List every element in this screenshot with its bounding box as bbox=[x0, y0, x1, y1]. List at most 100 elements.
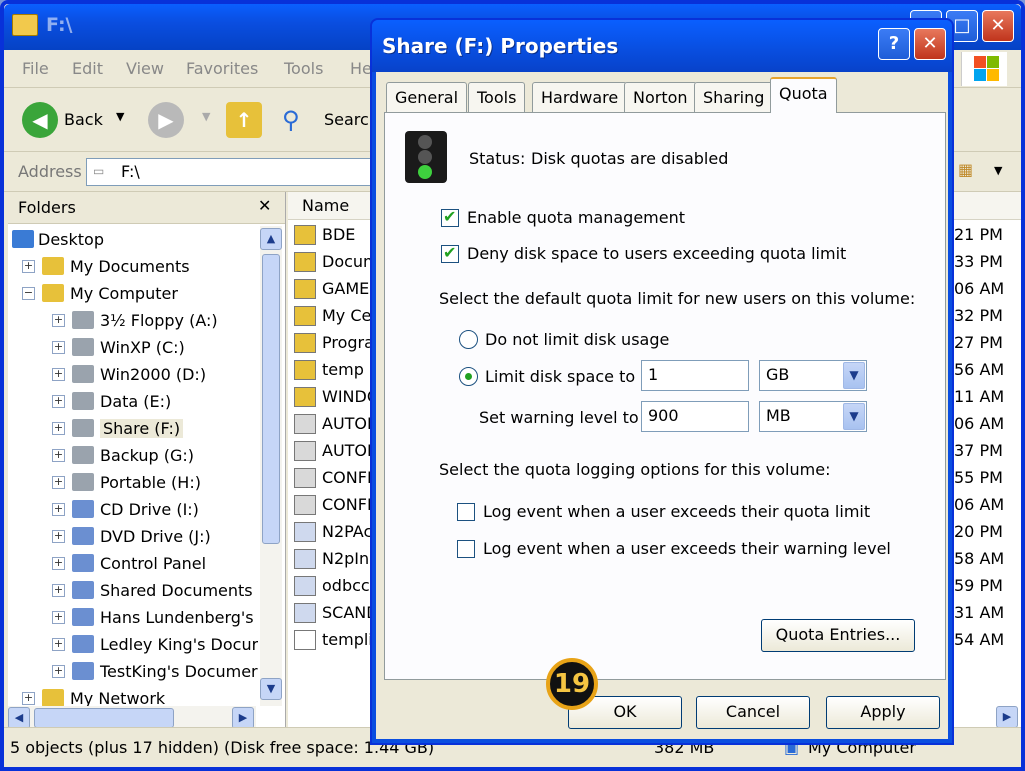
tree-item[interactable]: + Win2000 (D:) bbox=[8, 361, 258, 388]
log-limit-checkbox[interactable] bbox=[457, 503, 475, 521]
file-name: AUTOE bbox=[322, 441, 378, 460]
menu-help[interactable]: He bbox=[350, 59, 372, 78]
log-limit-label[interactable]: Log event when a user exceeds their quot… bbox=[483, 502, 870, 521]
tree-item[interactable]: + WinXP (C:) bbox=[8, 334, 258, 361]
tab-sharing[interactable]: Sharing bbox=[694, 82, 774, 112]
back-button-label[interactable]: Back bbox=[64, 110, 103, 129]
folder-icon bbox=[12, 14, 38, 36]
no-limit-radio[interactable] bbox=[459, 330, 478, 349]
expander-icon[interactable]: − bbox=[22, 287, 35, 300]
tree-item[interactable]: + Portable (H:) bbox=[8, 469, 258, 496]
chevron-down-icon[interactable]: ▼ bbox=[843, 403, 865, 430]
dialog-titlebar[interactable]: Share (F:) Properties ? ✕ bbox=[372, 20, 952, 72]
tree-item[interactable]: + Backup (G:) bbox=[8, 442, 258, 469]
expander-icon[interactable]: + bbox=[52, 395, 65, 408]
expander-icon[interactable]: + bbox=[52, 530, 65, 543]
help-button[interactable]: ? bbox=[878, 28, 910, 60]
menu-file[interactable]: File bbox=[22, 59, 49, 78]
tree-item[interactable]: − My Computer bbox=[8, 280, 258, 307]
tree-item[interactable]: Desktop bbox=[8, 226, 258, 253]
tree-item-label: 3½ Floppy (A:) bbox=[100, 311, 218, 330]
scroll-thumb[interactable] bbox=[262, 254, 280, 544]
forward-arrow-icon[interactable]: ▶ bbox=[148, 102, 184, 138]
warning-value-input[interactable]: 900 bbox=[641, 401, 749, 432]
tree-item[interactable]: + DVD Drive (J:) bbox=[8, 523, 258, 550]
limit-unit-select[interactable]: GB ▼ bbox=[759, 360, 867, 391]
tab-tools[interactable]: Tools bbox=[468, 82, 526, 112]
tree-item[interactable]: + My Network bbox=[8, 685, 258, 706]
log-warning-checkbox[interactable] bbox=[457, 540, 475, 558]
expander-icon[interactable]: + bbox=[52, 584, 65, 597]
tree-item[interactable]: + Control Panel bbox=[8, 550, 258, 577]
expander-icon[interactable]: + bbox=[52, 557, 65, 570]
hscroll-thumb[interactable] bbox=[34, 708, 174, 728]
tree-item[interactable]: + Ledley King's Docur bbox=[8, 631, 258, 658]
expander-icon[interactable]: + bbox=[52, 314, 65, 327]
up-folder-icon[interactable]: ↑ bbox=[226, 102, 262, 138]
address-input[interactable]: ▭ F:\ bbox=[86, 158, 376, 186]
list-scroll-right-icon[interactable]: ▶ bbox=[996, 706, 1018, 728]
tree-item[interactable]: + Share (F:) bbox=[8, 415, 258, 442]
tree-scrollbar[interactable]: ▲ ▼ bbox=[260, 226, 282, 706]
expander-icon[interactable]: + bbox=[52, 422, 65, 435]
expander-icon[interactable]: + bbox=[22, 260, 35, 273]
enable-quota-label[interactable]: Enable quota management bbox=[467, 208, 685, 227]
expander-icon[interactable]: + bbox=[52, 449, 65, 462]
back-arrow-icon[interactable]: ◀ bbox=[22, 102, 58, 138]
limit-to-label[interactable]: Limit disk space to bbox=[485, 367, 635, 386]
dialog-close-button[interactable]: ✕ bbox=[914, 28, 946, 60]
chevron-down-icon[interactable]: ▼ bbox=[843, 362, 865, 389]
tree-item[interactable]: + My Documents bbox=[8, 253, 258, 280]
limit-value-input[interactable]: 1 bbox=[641, 360, 749, 391]
expander-icon[interactable]: + bbox=[52, 503, 65, 516]
tree-item[interactable]: + Hans Lundenberg's bbox=[8, 604, 258, 631]
tab-general[interactable]: General bbox=[386, 82, 468, 112]
tab-hardware[interactable]: Hardware bbox=[532, 82, 628, 112]
properties-dialog: Share (F:) Properties ? ✕ General Tools … bbox=[370, 18, 954, 745]
no-limit-label[interactable]: Do not limit disk usage bbox=[485, 330, 669, 349]
tree-item[interactable]: + TestKing's Documer bbox=[8, 658, 258, 685]
expander-icon[interactable]: + bbox=[52, 476, 65, 489]
expander-icon[interactable]: + bbox=[52, 341, 65, 354]
tree-item[interactable]: + CD Drive (I:) bbox=[8, 496, 258, 523]
warning-unit-select[interactable]: MB ▼ bbox=[759, 401, 867, 432]
enable-quota-checkbox[interactable] bbox=[441, 207, 459, 227]
scroll-down-icon[interactable]: ▼ bbox=[260, 678, 282, 700]
forward-dropdown-icon[interactable]: ▼ bbox=[202, 110, 210, 123]
expander-icon[interactable]: + bbox=[52, 368, 65, 381]
tree-item-label: My Documents bbox=[70, 257, 190, 276]
tree-item-label: Shared Documents bbox=[100, 581, 253, 600]
tree-item[interactable]: +3½ Floppy (A:) bbox=[8, 307, 258, 334]
menu-view[interactable]: View bbox=[126, 59, 164, 78]
expander-icon[interactable]: + bbox=[22, 692, 35, 705]
menu-edit[interactable]: Edit bbox=[72, 59, 103, 78]
cancel-button[interactable]: Cancel bbox=[696, 696, 810, 729]
tab-norton[interactable]: Norton bbox=[624, 82, 697, 112]
folders-pane: Folders ✕ Desktop + My Documents − My Comput… bbox=[8, 192, 286, 732]
limit-to-radio[interactable] bbox=[459, 367, 478, 386]
views-dropdown-icon[interactable]: ▼ bbox=[994, 164, 1002, 177]
close-button[interactable]: ✕ bbox=[982, 10, 1014, 42]
views-icon[interactable]: ▦ bbox=[958, 160, 973, 179]
scroll-up-icon[interactable]: ▲ bbox=[260, 228, 282, 250]
menu-tools[interactable]: Tools bbox=[284, 59, 323, 78]
scroll-right-icon[interactable]: ▶ bbox=[232, 707, 254, 729]
tree-item[interactable]: + Data (E:) bbox=[8, 388, 258, 415]
expander-icon[interactable]: + bbox=[52, 611, 65, 624]
expander-icon[interactable]: + bbox=[52, 638, 65, 651]
deny-space-checkbox[interactable] bbox=[441, 243, 459, 263]
back-dropdown-icon[interactable]: ▼ bbox=[116, 110, 124, 123]
log-warning-label[interactable]: Log event when a user exceeds their warn… bbox=[483, 539, 891, 558]
folders-close-icon[interactable]: ✕ bbox=[258, 196, 271, 215]
search-icon[interactable]: ⚲ bbox=[282, 106, 300, 134]
apply-button[interactable]: Apply bbox=[826, 696, 940, 729]
expander-icon[interactable]: + bbox=[52, 665, 65, 678]
scroll-left-icon[interactable]: ◀ bbox=[8, 707, 30, 729]
tab-quota[interactable]: Quota bbox=[770, 77, 837, 113]
tree-item-label: Ledley King's Docur bbox=[100, 635, 258, 654]
menu-favorites[interactable]: Favorites bbox=[186, 59, 258, 78]
deny-space-label[interactable]: Deny disk space to users exceeding quota… bbox=[467, 244, 846, 263]
column-name[interactable]: Name bbox=[302, 196, 349, 215]
quota-entries-button[interactable]: Quota Entries... bbox=[761, 619, 915, 652]
tree-item[interactable]: + Shared Documents bbox=[8, 577, 258, 604]
